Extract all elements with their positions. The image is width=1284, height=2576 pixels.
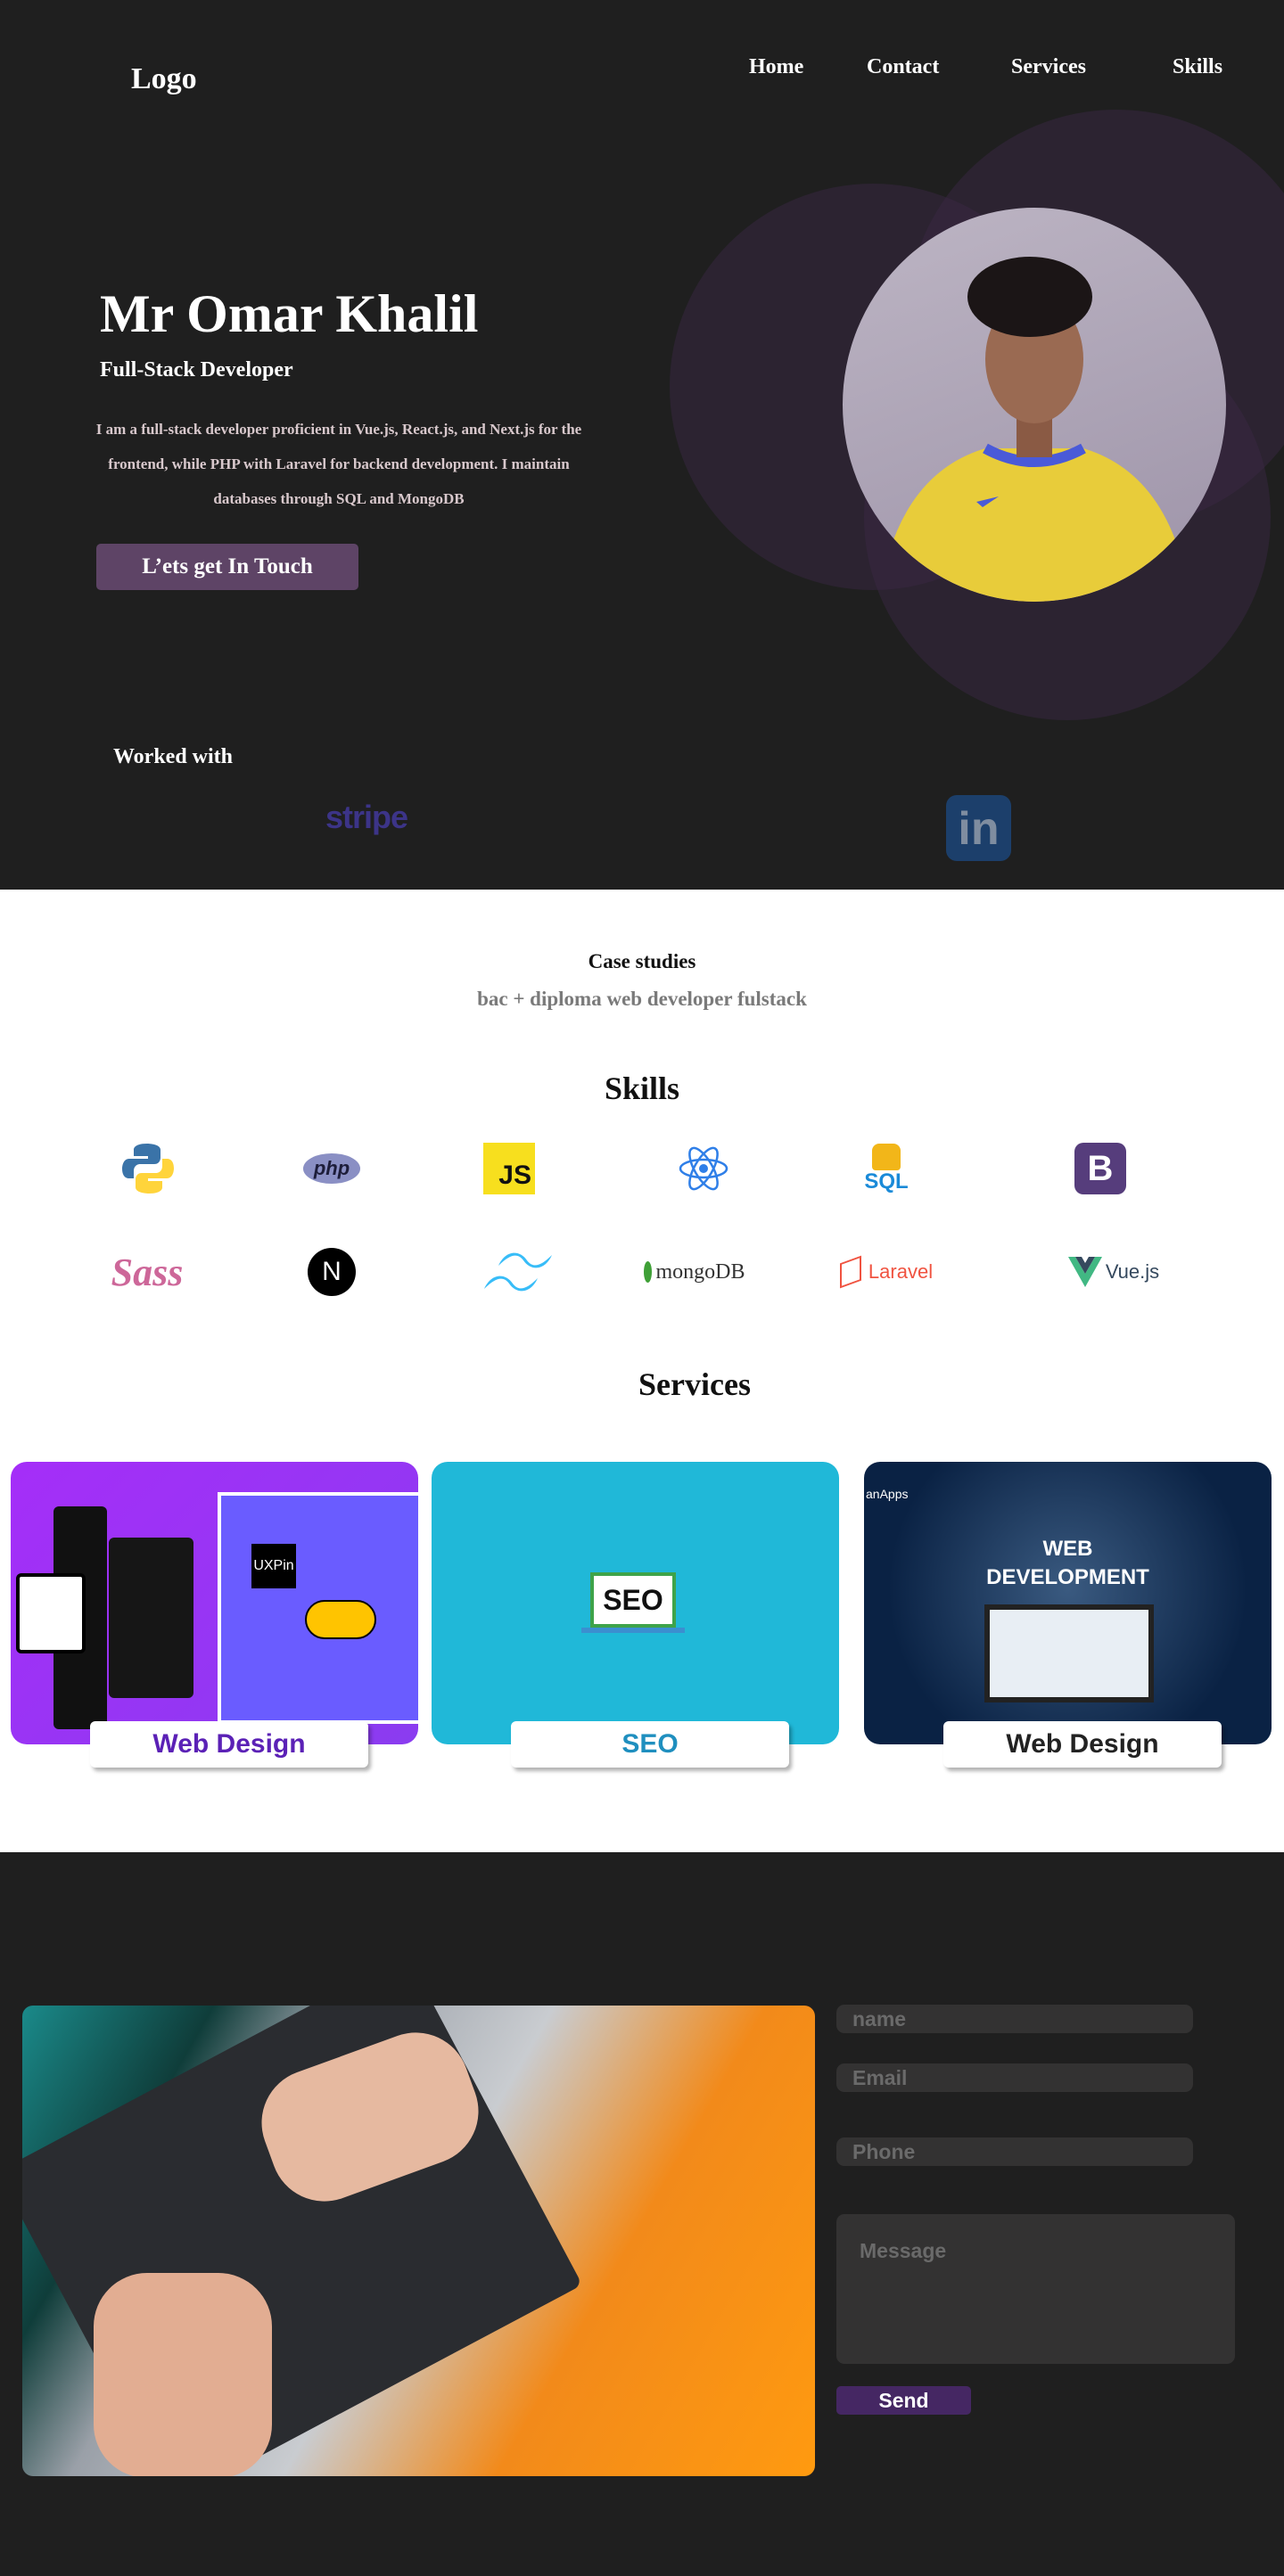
linkedin-icon[interactable]: in [946, 795, 1011, 861]
stripe-logo: stripe [325, 799, 408, 835]
profile-photo [843, 208, 1226, 602]
send-button[interactable]: Send [836, 2386, 971, 2415]
leaf-icon [644, 1261, 653, 1283]
vue-icon: Vue.js [1056, 1243, 1172, 1300]
sql-label: SQL [864, 1169, 909, 1194]
nav-contact[interactable]: Contact [867, 55, 939, 79]
hand [94, 2273, 272, 2476]
name-input[interactable] [836, 2005, 1193, 2033]
laravel-logo-icon [839, 1255, 861, 1289]
nav-home[interactable]: Home [749, 55, 803, 79]
python-icon [95, 1140, 202, 1197]
database-icon [872, 1144, 901, 1170]
web-dev-line: WEB [1042, 1537, 1093, 1561]
sass-icon: Sass [111, 1250, 184, 1294]
settings-mockup [109, 1538, 193, 1698]
service-card-web-development[interactable]: anApps WEB DEVELOPMENT [864, 1462, 1272, 1744]
tailwind-icon [465, 1243, 572, 1300]
web-dev-line: DEVELOPMENT [986, 1565, 1149, 1589]
phone-input[interactable] [836, 2137, 1193, 2166]
sql-icon: SQL [833, 1140, 940, 1197]
react-icon [650, 1140, 757, 1197]
nav-services[interactable]: Services [1011, 55, 1086, 79]
email-input[interactable] [836, 2063, 1193, 2092]
service-card-seo[interactable]: SEO [432, 1462, 839, 1744]
vue-label: Vue.js [1105, 1260, 1160, 1283]
toggle-icon [305, 1600, 376, 1639]
service-label: Web Design [90, 1721, 368, 1768]
service-card-web-design[interactable]: UXPin [11, 1462, 418, 1744]
job-title: Full-Stack Developer [100, 358, 293, 381]
logo[interactable]: Logo [131, 62, 197, 96]
laptop-graphic [984, 1604, 1154, 1702]
services-heading: Services [638, 1366, 751, 1402]
seo-monitor: SEO [590, 1572, 676, 1628]
laravel-label: Laravel [868, 1260, 934, 1283]
php-icon: php [278, 1140, 385, 1197]
message-input[interactable] [836, 2214, 1235, 2364]
laravel-icon: Laravel [828, 1243, 944, 1300]
skills-heading: Skills [604, 1071, 680, 1106]
bootstrap-label: B [1074, 1143, 1126, 1194]
php-label: php [302, 1153, 361, 1184]
corner-text: anApps [866, 1487, 909, 1501]
laptop-base [581, 1628, 685, 1633]
case-studies-heading: Case studies [588, 950, 696, 972]
page-title: Mr Omar Khalil [100, 284, 479, 343]
nav-skills[interactable]: Skills [1173, 55, 1222, 79]
bio-text: I am a full-stack developer proficient i… [95, 421, 582, 507]
service-label: Web Design [943, 1721, 1222, 1768]
case-studies-subtitle: bac + diploma web developer fulstack [477, 988, 807, 1010]
hero-section: Logo Home Contact Services Skills Mr Oma… [0, 0, 1284, 890]
worked-with-label: Worked with [113, 745, 234, 768]
web-dev-title: WEB DEVELOPMENT [864, 1535, 1272, 1592]
javascript-icon: JS [456, 1140, 563, 1197]
service-label: SEO [511, 1721, 789, 1768]
nextjs-icon: N [278, 1243, 385, 1300]
mongodb-icon: mongoDB [632, 1243, 757, 1300]
get-in-touch-button[interactable]: L’ets get In Touch [96, 544, 358, 590]
figma-icon [16, 1573, 86, 1653]
bootstrap-icon: B [1047, 1140, 1154, 1197]
mongodb-label: mongoDB [655, 1259, 745, 1284]
nextjs-label: N [308, 1248, 356, 1296]
laptop-typing-image [22, 2006, 815, 2476]
js-label: JS [483, 1143, 535, 1194]
uxpin-logo: UXPin [251, 1544, 296, 1588]
